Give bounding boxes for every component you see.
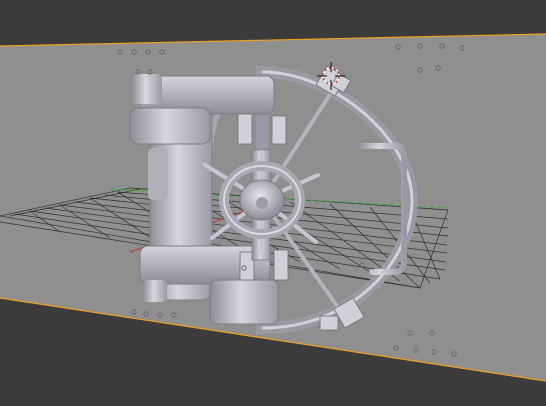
3d-viewport[interactable] [0, 0, 546, 406]
viewport-scene[interactable] [0, 0, 546, 406]
